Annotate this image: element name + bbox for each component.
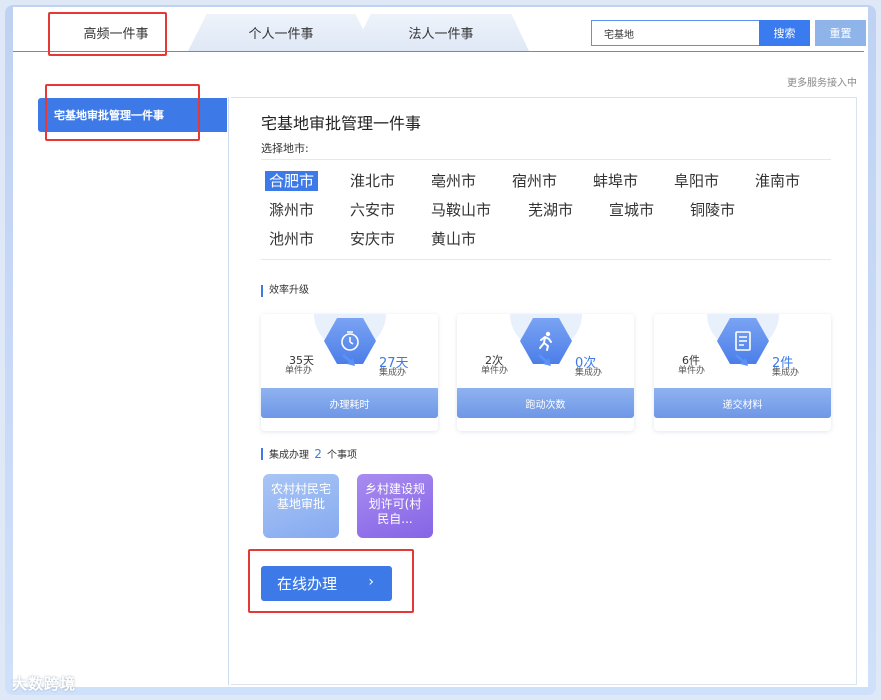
- city-huainan[interactable]: 淮南市: [751, 171, 804, 191]
- watermark-text: 大数跨境: [12, 675, 77, 693]
- city-maanshan[interactable]: 马鞍山市: [427, 200, 495, 220]
- highlight-box-sidebar: [45, 84, 200, 141]
- city-anqing[interactable]: 安庆市: [346, 229, 399, 249]
- search-input[interactable]: [591, 20, 759, 46]
- highlight-box-online-button: [248, 549, 414, 613]
- city-bengbu[interactable]: 蚌埠市: [589, 171, 642, 191]
- item-card-label: 农村村民宅基地审批: [270, 482, 331, 511]
- stat-footer: 递交材料: [654, 388, 831, 418]
- tab-legal-entity[interactable]: 法人一件事: [353, 14, 529, 51]
- stat-footer: 跑动次数: [457, 388, 634, 418]
- city-chuzhou[interactable]: 滁州市: [265, 200, 318, 220]
- sidebar: 宅基地审批管理一件事: [27, 97, 229, 685]
- tab-label: 个人一件事: [248, 27, 314, 42]
- tab-personal[interactable]: 个人一件事: [188, 14, 374, 51]
- city-fuyang[interactable]: 阜阳市: [670, 171, 723, 191]
- city-xuancheng[interactable]: 宣城市: [605, 200, 658, 220]
- tab-label: 法人一件事: [408, 27, 474, 42]
- search-button[interactable]: 搜索: [759, 20, 810, 46]
- city-huangshan[interactable]: 黄山市: [427, 229, 480, 249]
- city-huaibei[interactable]: 淮北市: [346, 171, 399, 191]
- watermark-logo: 大数跨境: [12, 673, 76, 694]
- reset-button[interactable]: 重置: [815, 20, 866, 46]
- after-label: 集成办: [772, 368, 800, 378]
- city-bozhou[interactable]: 亳州市: [427, 171, 480, 191]
- city-tongling[interactable]: 铜陵市: [686, 200, 739, 220]
- integrated-prefix: 集成办理: [269, 450, 309, 461]
- stat-card-duration: 35天 单件办 27天 集成办 办理耗时: [261, 314, 438, 431]
- city-chizhou[interactable]: 池州市: [265, 229, 318, 249]
- efficiency-section-title: 效率升级: [261, 285, 309, 297]
- integrated-suffix: 个事项: [327, 450, 358, 461]
- down-right-arrow-icon: [342, 354, 355, 366]
- stat-card-materials: 6件 单件办 2件 集成办 递交材料: [654, 314, 831, 431]
- down-right-arrow-icon: [735, 354, 748, 366]
- more-services-note: 更多服务接入中: [787, 78, 857, 89]
- after-label: 集成办: [379, 368, 407, 378]
- before-label: 单件办: [481, 366, 509, 376]
- stat-card-trips: 2次 单件办 0次 集成办 跑动次数: [457, 314, 634, 431]
- after-label: 集成办: [575, 368, 603, 378]
- city-wuhu[interactable]: 芜湖市: [524, 200, 577, 220]
- divider: [261, 159, 831, 160]
- divider: [261, 259, 831, 260]
- item-card-label: 乡村建设规划许可(村民自...: [364, 482, 425, 526]
- integrated-section-title: 集成办理 2 个事项: [261, 447, 358, 461]
- page-title: 宅基地审批管理一件事: [261, 114, 422, 133]
- city-suzhou[interactable]: 宿州市: [508, 171, 561, 191]
- efficiency-title-text: 效率升级: [269, 285, 309, 296]
- before-label: 单件办: [285, 366, 313, 376]
- down-right-arrow-icon: [538, 354, 551, 366]
- stat-footer: 办理耗时: [261, 388, 438, 418]
- city-luan[interactable]: 六安市: [346, 200, 399, 220]
- city-hefei[interactable]: 合肥市: [265, 171, 319, 191]
- before-label: 单件办: [678, 366, 706, 376]
- integrated-count: 2: [314, 447, 322, 461]
- item-card-rural-homestead[interactable]: 农村村民宅基地审批: [263, 474, 339, 538]
- highlight-box-tab: [48, 12, 167, 56]
- item-card-rural-planning[interactable]: 乡村建设规划许可(村民自...: [357, 474, 433, 538]
- select-city-label: 选择地市:: [261, 142, 309, 155]
